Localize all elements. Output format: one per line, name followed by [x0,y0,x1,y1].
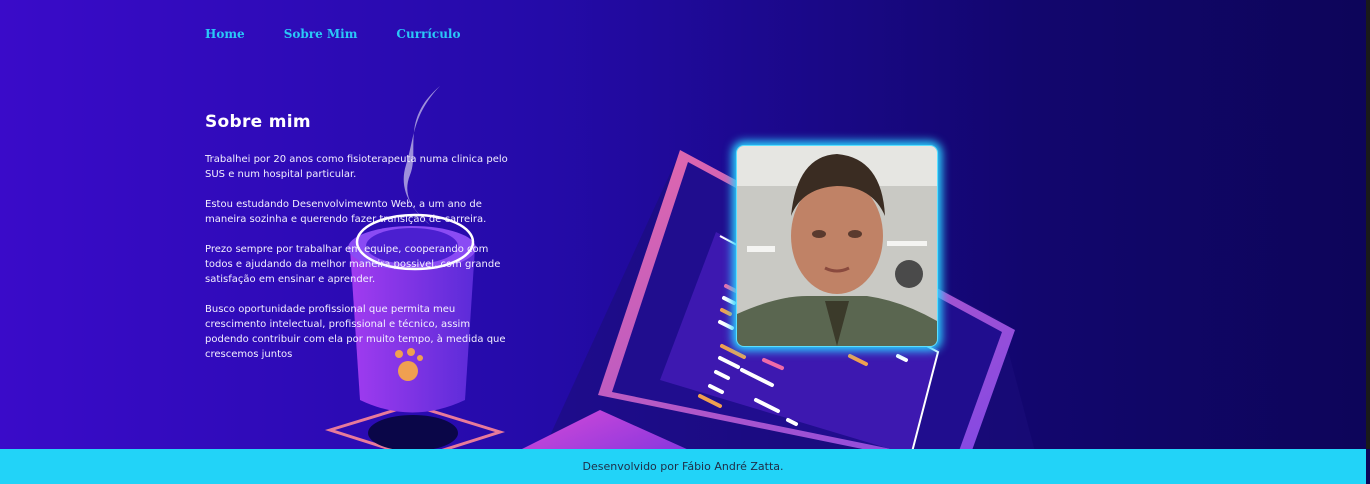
footer-credit: Desenvolvido por Fábio André Zatta. [582,460,784,473]
nav-link-sobre-mim[interactable]: Sobre Mim [284,27,358,41]
about-paragraph: Busco oportunidade profissional que perm… [205,304,506,360]
about-title: Sobre mim [205,112,311,132]
about-paragraph: Trabalhei por 20 anos como fisioterapeut… [205,154,508,180]
about-paragraph: Estou estudando Desenvolvimewnto Web, a … [205,199,487,225]
scrollbar[interactable] [1366,0,1370,449]
about-section: Sobre mim Trabalhei por 20 anos como fis… [205,112,515,377]
main-nav: Home Sobre Mim Currículo [205,27,500,41]
footer: Desenvolvido por Fábio André Zatta. [0,449,1366,484]
about-paragraph: Prezo sempre por trabalhar em equipe, co… [205,244,501,285]
profile-photo [736,145,938,347]
nav-link-curriculo[interactable]: Currículo [396,27,460,41]
nav-link-home[interactable]: Home [205,27,245,41]
